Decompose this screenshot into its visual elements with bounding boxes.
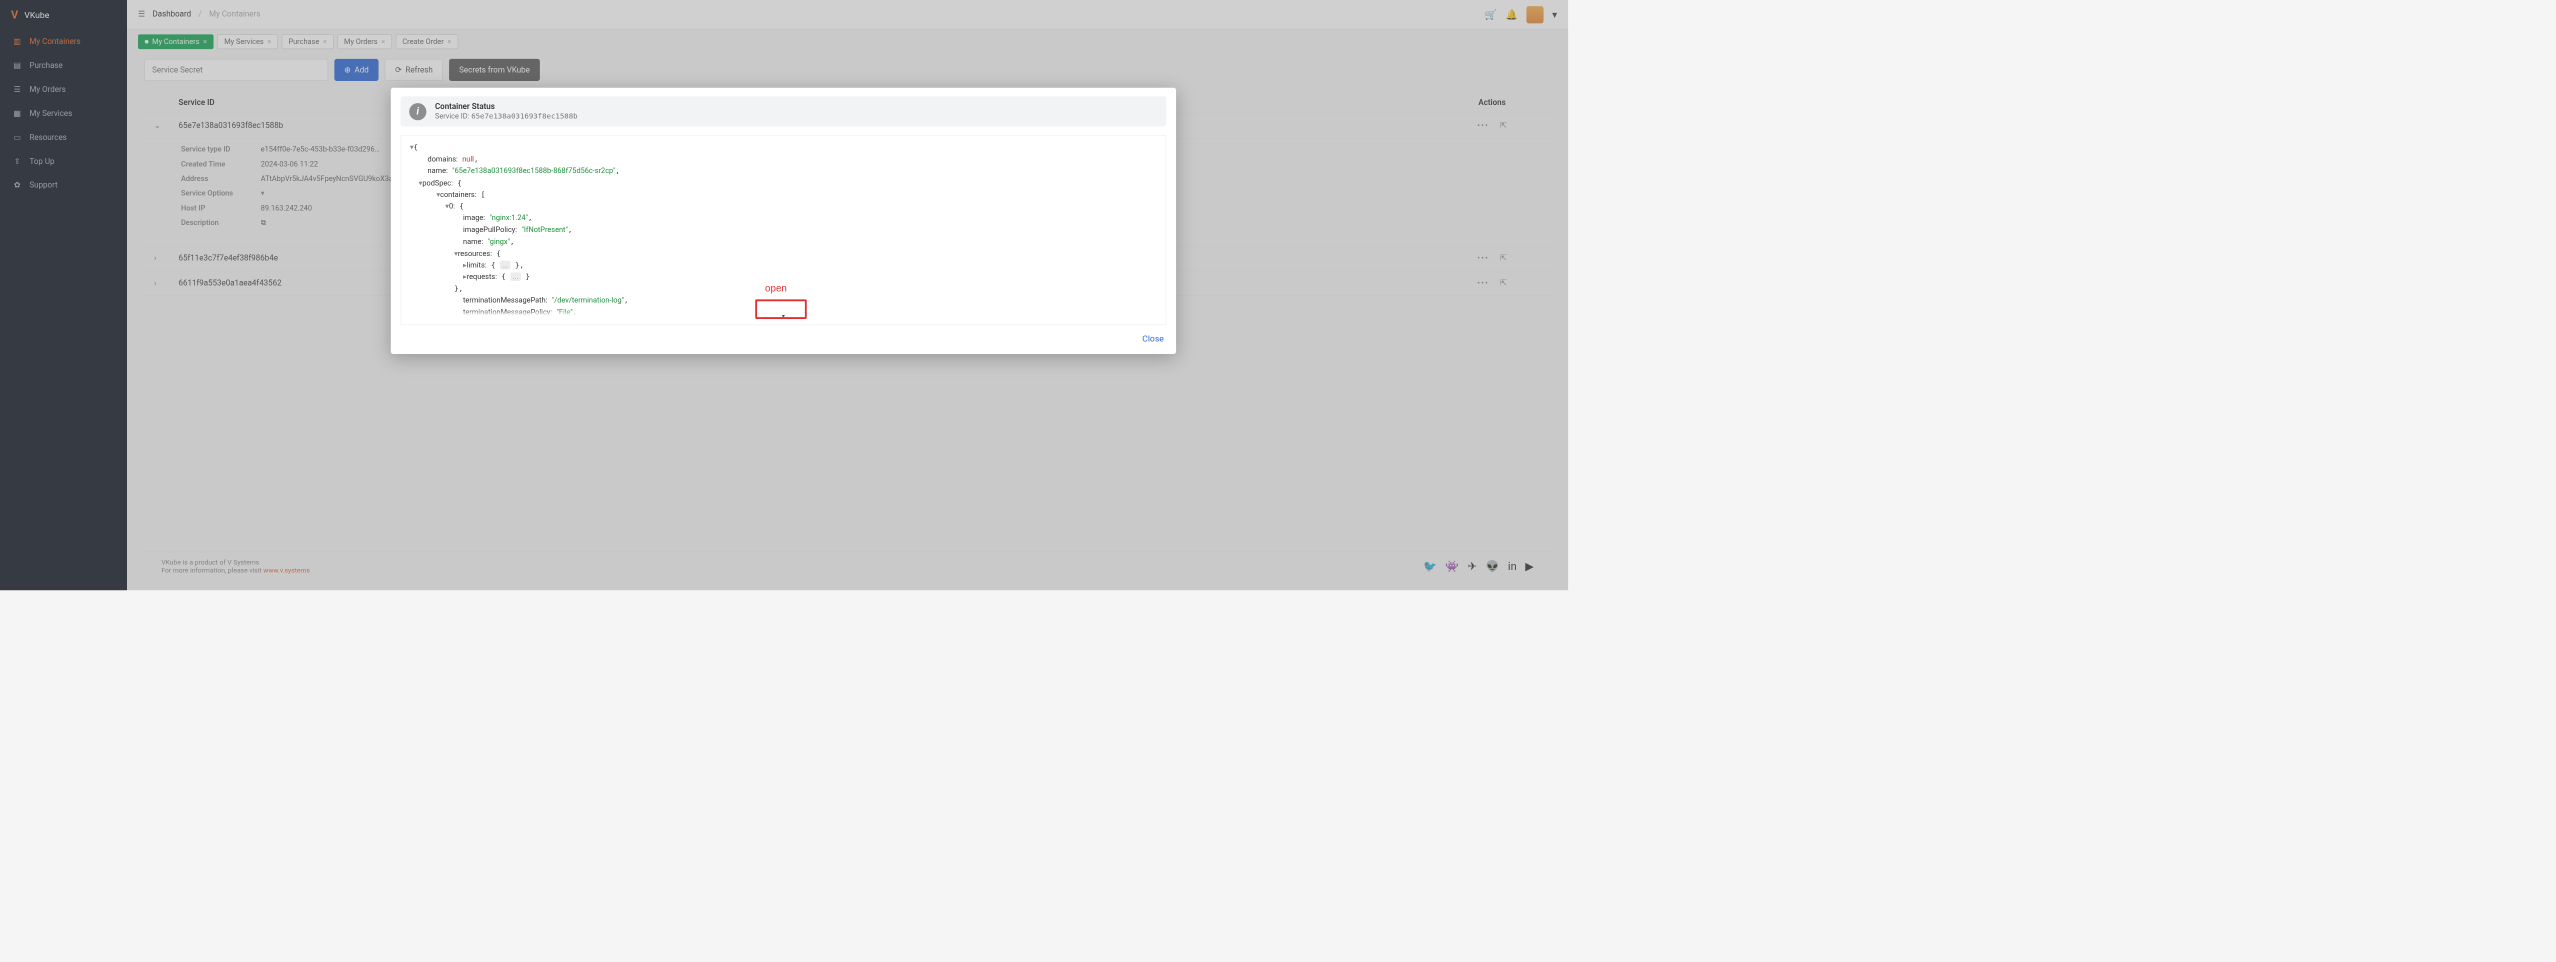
highlight-label: open xyxy=(765,283,787,294)
service-id-value: 65e7e138a031693f8ec1588b xyxy=(471,112,577,121)
json-container-name: "gingx" xyxy=(488,237,510,246)
close-button[interactable]: Close xyxy=(1142,334,1164,344)
service-id-label: Service ID: xyxy=(435,112,471,121)
modal-title: Container Status xyxy=(435,102,578,111)
info-icon: i xyxy=(409,103,426,120)
highlight-box xyxy=(755,299,807,319)
json-image: "nginx:1.24" xyxy=(490,214,528,223)
json-viewer[interactable]: ▾{ domains: null, name: "65e7e138a031693… xyxy=(401,135,1167,325)
json-imagepullpolicy: "IfNotPresent" xyxy=(522,225,568,234)
json-name: "65e7e138a031693f8ec1588b-868f75d56c-sr2… xyxy=(452,166,615,175)
status-header: i Container Status Service ID: 65e7e138a… xyxy=(401,96,1167,126)
json-tmpath: "/dev/termination-log" xyxy=(552,296,624,305)
json-domains: null xyxy=(462,155,474,164)
container-status-modal: i Container Status Service ID: 65e7e138a… xyxy=(391,88,1176,354)
